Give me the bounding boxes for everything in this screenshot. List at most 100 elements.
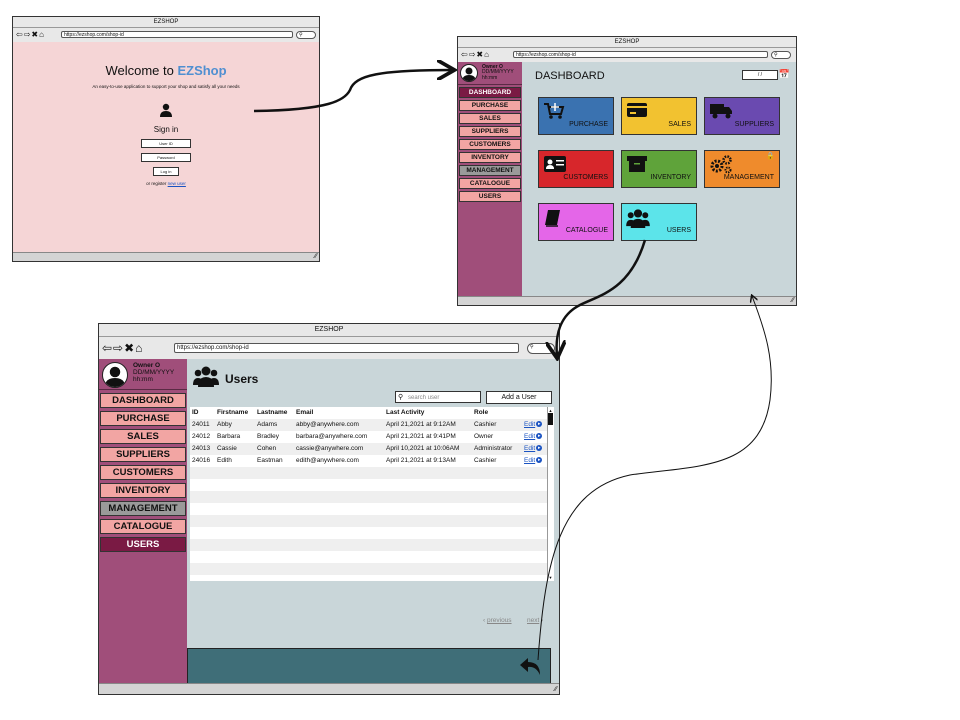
tile-label: USERS xyxy=(666,227,691,234)
edit-link[interactable]: Edit ▸ xyxy=(524,455,543,467)
resize-handle-icon[interactable]: ∕∕ xyxy=(792,297,794,305)
cell-email: edith@anywhere.com xyxy=(296,457,359,464)
tile-customers[interactable]: CUSTOMERS xyxy=(538,150,614,188)
page-title: DASHBOARD xyxy=(535,70,605,82)
cell-id: 24011 xyxy=(192,421,210,428)
tile-suppliers[interactable]: SUPPLIERS xyxy=(704,97,780,135)
scroll-thumb[interactable] xyxy=(548,413,553,425)
cell-activity: April 10,2021 at 10:06AM xyxy=(386,445,460,452)
edit-arrow-icon[interactable]: ▸ xyxy=(536,421,543,428)
cell-role: Cashier xyxy=(474,457,497,464)
add-user-button[interactable]: Add a User xyxy=(486,391,552,404)
sidebar-item-management[interactable]: MANAGEMENT xyxy=(100,501,186,516)
search-placeholder: search user xyxy=(408,395,440,401)
edit-link[interactable]: Edit ▸ xyxy=(524,431,543,443)
resize-handle-icon[interactable]: ∕∕ xyxy=(555,686,557,694)
empty-row xyxy=(190,527,554,539)
edit-arrow-icon[interactable]: ▸ xyxy=(536,445,543,452)
sidebar-item-suppliers[interactable]: SUPPLIERS xyxy=(100,447,186,462)
table-row[interactable]: 24016 Edith Eastman edith@anywhere.com April… xyxy=(190,455,554,467)
tile-inventory[interactable]: INVENTORY xyxy=(621,150,697,188)
scroll-down-icon[interactable]: ▼ xyxy=(548,575,553,580)
edit-arrow-icon[interactable]: ▸ xyxy=(536,433,543,440)
sidebar-item-catalogue[interactable]: CATALOGUE xyxy=(459,178,521,189)
window-title: EZSHOP xyxy=(458,37,796,48)
sidebar-item-sales[interactable]: SALES xyxy=(100,429,186,444)
sidebar-item-users[interactable]: USERS xyxy=(459,191,521,202)
back-arrow-icon[interactable] xyxy=(518,655,544,677)
calendar-icon[interactable]: 📅 xyxy=(779,69,790,80)
resize-handle-icon[interactable]: ∕∕ xyxy=(315,253,317,261)
table-row[interactable]: 24012 Barbara Bradley barbara@anywhere.com A… xyxy=(190,431,554,443)
avatar xyxy=(460,64,478,82)
sidebar-item-management[interactable]: MANAGEMENT xyxy=(459,165,521,176)
col-header-email: Email xyxy=(296,409,314,416)
login-window: EZSHOP ⇦⇨✖⌂ https://ezshop.com/shop-id ⚲… xyxy=(12,16,320,262)
owner-box: Owner O DD/MM/YYYY hh:mm xyxy=(99,359,187,390)
register-text: or register new user xyxy=(146,181,186,186)
users-icon xyxy=(193,366,219,387)
sidebar-item-inventory[interactable]: INVENTORY xyxy=(100,483,186,498)
edit-arrow-icon[interactable]: ▸ xyxy=(536,457,543,464)
sidebar-item-inventory[interactable]: INVENTORY xyxy=(459,152,521,163)
sidebar-item-purchase[interactable]: PURCHASE xyxy=(100,411,186,426)
cell-last: Cohen xyxy=(257,445,277,452)
browser-nav-icons[interactable]: ⇦⇨✖⌂ xyxy=(16,30,45,39)
tile-users[interactable]: USERS xyxy=(621,203,697,241)
next-link[interactable]: next › xyxy=(527,617,543,624)
users-window: EZSHOP ⇦⇨✖⌂ https://ezshop.com/shop-id ⚲… xyxy=(98,323,560,695)
date-field[interactable]: / / xyxy=(742,70,778,80)
dashboard-window: EZSHOP ⇦⇨✖⌂ https://ezshop.com/shop-id ⚲… xyxy=(457,36,797,306)
status-bar: ∕∕ xyxy=(13,252,319,261)
cart-icon xyxy=(543,102,565,125)
dashboard-page: Owner O DD/MM/YYYY hh:mm DASHBOARD PURCHA… xyxy=(458,62,796,297)
empty-row xyxy=(190,563,554,575)
tile-label: SUPPLIERS xyxy=(734,121,774,128)
owner-box: Owner O DD/MM/YYYY hh:mm xyxy=(458,62,522,85)
sidebar-item-customers[interactable]: CUSTOMERS xyxy=(100,465,186,480)
password-field[interactable]: Password xyxy=(141,153,191,162)
sidebar-item-dashboard[interactable]: DASHBOARD xyxy=(100,393,186,408)
url-bar[interactable]: https://ezshop.com/shop-id xyxy=(174,343,519,353)
register-link[interactable]: new user xyxy=(168,181,186,186)
table-row[interactable]: 24013 Cassie Cohen cassie@anywhere.com April… xyxy=(190,443,554,455)
sidebar-item-dashboard[interactable]: DASHBOARD xyxy=(459,87,521,98)
tile-sales[interactable]: SALES xyxy=(621,97,697,135)
sidebar-item-users[interactable]: USERS xyxy=(100,537,186,552)
browser-nav-icons[interactable]: ⇦⇨✖⌂ xyxy=(461,50,490,59)
browser-search-icon[interactable]: ⚲ xyxy=(527,343,555,354)
sidebar-item-suppliers[interactable]: SUPPLIERS xyxy=(459,126,521,137)
col-header-role: Role xyxy=(474,409,489,416)
avatar xyxy=(102,362,128,388)
edit-link[interactable]: Edit ▸ xyxy=(524,419,543,431)
sidebar-item-sales[interactable]: SALES xyxy=(459,113,521,124)
tile-catalogue[interactable]: CATALOGUE xyxy=(538,203,614,241)
browser-nav-icons[interactable]: ⇦⇨✖⌂ xyxy=(102,341,143,355)
search-icon: ⚲ xyxy=(398,394,404,401)
cell-id: 24012 xyxy=(192,433,211,440)
url-bar[interactable]: https://ezshop.com/shop-id xyxy=(61,31,293,38)
book-icon xyxy=(543,208,563,233)
sidebar-item-purchase[interactable]: PURCHASE xyxy=(459,100,521,111)
browser-search-icon[interactable]: ⚲ xyxy=(771,51,791,59)
tile-purchase[interactable]: PURCHASE xyxy=(538,97,614,135)
edit-link[interactable]: Edit ▸ xyxy=(524,443,543,455)
cell-role: Cashier xyxy=(474,421,497,428)
table-scrollbar[interactable]: ▲ ▼ xyxy=(547,407,554,581)
user-id-field[interactable]: User ID xyxy=(141,139,191,148)
tile-label: MANAGEMENT xyxy=(723,174,774,181)
sidebar-item-customers[interactable]: CUSTOMERS xyxy=(459,139,521,150)
sidebar-item-catalogue[interactable]: CATALOGUE xyxy=(100,519,186,534)
cell-last: Eastman xyxy=(257,457,283,464)
url-bar[interactable]: https://ezshop.com/shop-id xyxy=(513,51,768,58)
previous-link[interactable]: ‹ previous xyxy=(483,617,512,624)
col-header-last-activity: Last Activity xyxy=(386,409,425,416)
tile-management[interactable]: MANAGEMENT 🔒 xyxy=(704,150,780,188)
browser-search-icon[interactable]: ⚲ xyxy=(296,31,316,39)
search-user-input[interactable]: ⚲ search user xyxy=(395,391,481,403)
login-button[interactable]: Log in xyxy=(153,167,179,176)
brand-name: EZShop xyxy=(177,63,227,78)
login-page: Welcome to EZShop An easy-to-use applica… xyxy=(13,42,319,253)
empty-row xyxy=(190,515,554,527)
table-row[interactable]: 24011 Abby Adams abby@anywhere.com April 21,… xyxy=(190,419,554,431)
